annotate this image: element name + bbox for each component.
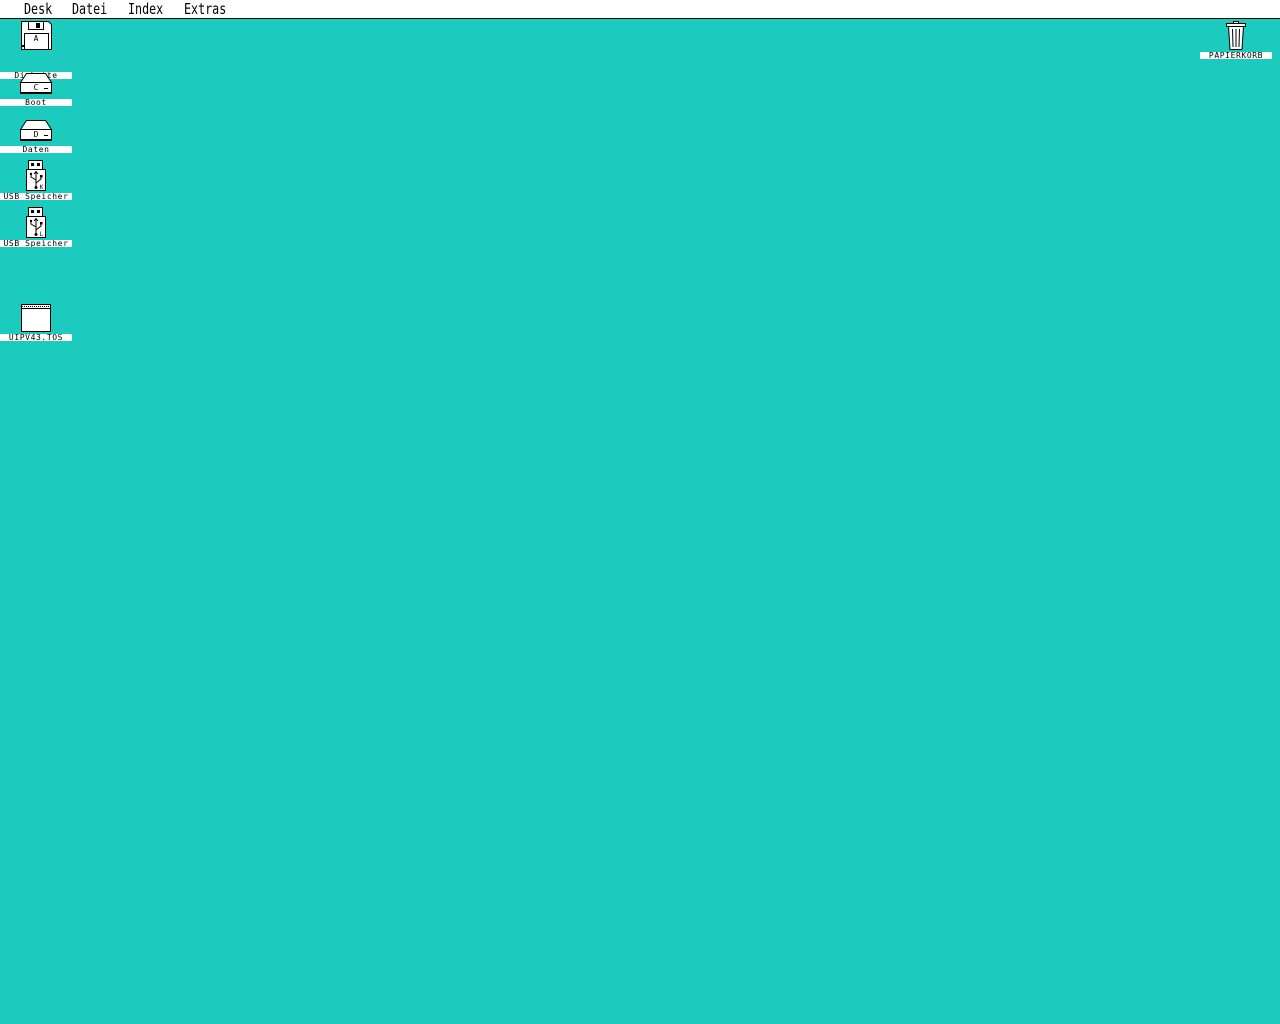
usb-stick-icon: K [18,159,54,191]
desktop-icon-usb-speicher-k[interactable]: K USB Speicher [0,159,72,200]
menu-datei[interactable]: Datei [72,0,107,18]
program-icon [18,303,54,335]
hard-drive-icon: D [18,117,54,149]
floppy-icon: A [18,20,54,52]
icon-label: PAPIERKORB [1200,52,1272,59]
icon-label: UIPV43.TOS [0,334,72,341]
icon-label: USB Speicher [0,240,72,247]
drive-letter: K [40,184,44,191]
desktop-icon-papierkorb[interactable]: PAPIERKORB [1200,20,1272,59]
usb-stick-icon: L [18,206,54,238]
desktop-icon-daten[interactable]: D Daten [0,117,72,153]
drive-letter: D [34,130,39,139]
menu-extras[interactable]: Extras [184,0,226,18]
menu-index[interactable]: Index [128,0,163,18]
drive-letter: C [34,83,39,92]
hard-drive-icon: C [18,70,54,102]
drive-letter: A [34,34,39,43]
drive-letter: L [40,231,44,238]
trash-icon [1218,20,1254,52]
menu-bar: Desk Datei Index Extras [0,0,1280,19]
menu-desk[interactable]: Desk [24,0,52,18]
icon-label: USB Speicher [0,193,72,200]
icon-label: Daten [0,146,72,153]
desktop-icon-uipv43-tos[interactable]: UIPV43.TOS [0,303,72,341]
icon-label: Boot [0,99,72,106]
desktop-icon-boot[interactable]: C Boot [0,70,72,106]
desktop-icon-usb-speicher-l[interactable]: L USB Speicher [0,206,72,247]
desktop-icon-diskette[interactable]: A Diskette [0,20,72,79]
